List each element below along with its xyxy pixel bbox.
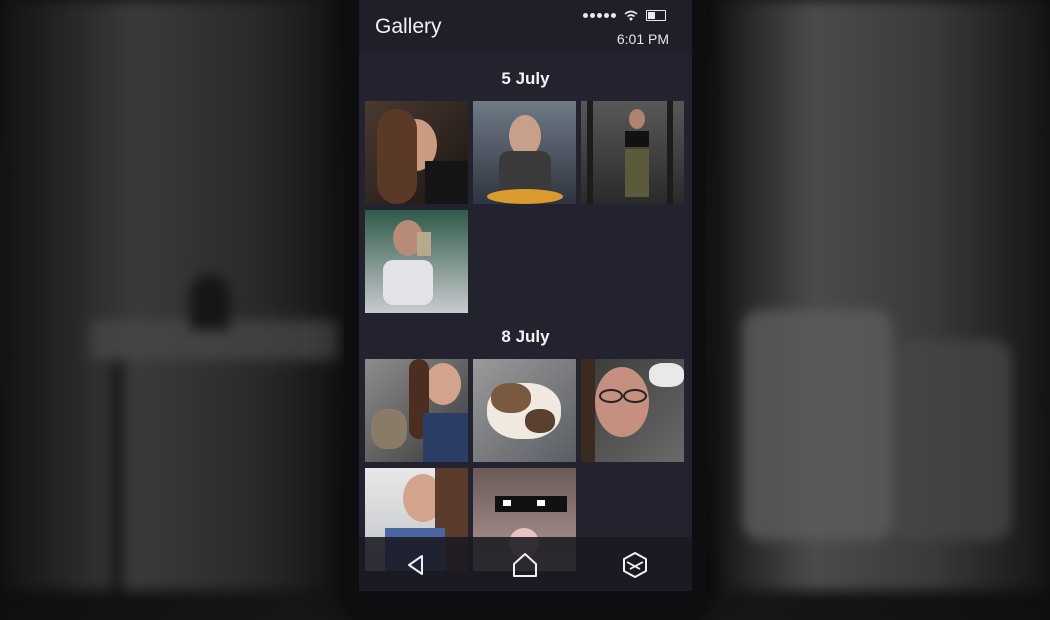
battery-icon xyxy=(646,10,666,21)
photo-thumbnail[interactable] xyxy=(581,101,684,204)
bottom-navigation-bar xyxy=(359,537,692,591)
photo-thumbnail[interactable] xyxy=(365,101,468,204)
background-table-leg xyxy=(300,360,314,591)
page-title: Gallery xyxy=(375,15,442,38)
section-date-heading: 8 July xyxy=(501,327,550,346)
photo-thumbnail[interactable] xyxy=(365,359,468,462)
photo-thumbnail[interactable] xyxy=(473,359,576,462)
background-table-leg xyxy=(110,360,124,591)
background-chair xyxy=(892,340,1012,540)
app-header: Gallery 6:01 PM xyxy=(359,0,692,54)
photo-thumbnail[interactable] xyxy=(473,101,576,204)
background-vase xyxy=(190,275,230,330)
background-room-left xyxy=(0,0,340,591)
background-chair xyxy=(742,310,892,540)
app-switcher-button[interactable] xyxy=(620,550,650,580)
photo-thumbnail[interactable] xyxy=(581,359,684,462)
wifi-icon xyxy=(624,10,638,21)
phone-screen: Gallery 6:01 PM 5 July 8 July xyxy=(359,0,692,591)
status-time: 6:01 PM xyxy=(616,31,669,47)
section-date-heading: 5 July xyxy=(501,69,550,88)
signal-icon xyxy=(583,13,616,18)
home-icon xyxy=(513,553,537,577)
photo-thumbnail[interactable] xyxy=(365,210,468,313)
back-icon xyxy=(408,555,423,575)
home-button[interactable] xyxy=(510,550,540,580)
background-room-right xyxy=(712,0,1050,591)
back-button[interactable] xyxy=(401,550,431,580)
app-switcher-icon xyxy=(623,552,647,578)
status-bar xyxy=(583,10,666,21)
